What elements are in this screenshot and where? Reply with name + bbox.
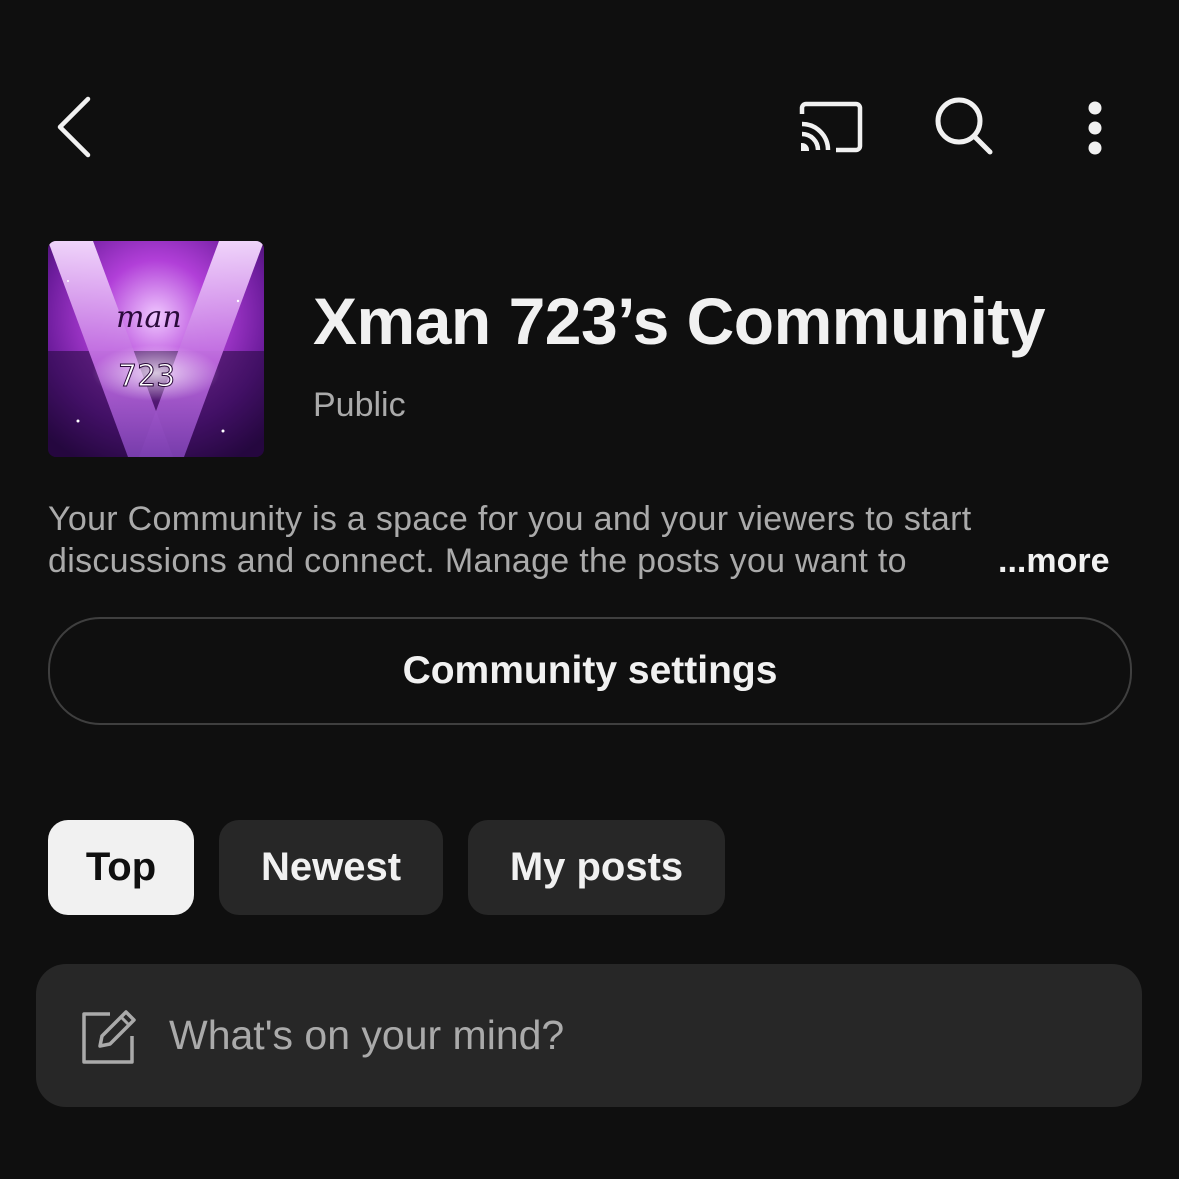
composer-placeholder: What's on your mind? bbox=[169, 1012, 565, 1058]
more-link[interactable]: ...more bbox=[998, 540, 1109, 582]
filter-chip-my-posts[interactable]: My posts bbox=[468, 820, 725, 915]
filter-chip-newest[interactable]: Newest bbox=[219, 820, 443, 915]
description-line-1: Your Community is a space for you and yo… bbox=[48, 500, 972, 538]
avatar-text-bottom: 723 bbox=[118, 359, 175, 394]
cast-button[interactable] bbox=[792, 92, 870, 162]
description-line-2: discussions and connect. Manage the post… bbox=[48, 540, 1008, 582]
chevron-left-icon bbox=[57, 96, 91, 158]
description-line-2-text: discussions and connect. Manage the post… bbox=[48, 542, 907, 580]
edit-icon bbox=[82, 1010, 136, 1064]
cast-icon bbox=[799, 101, 863, 153]
back-button[interactable] bbox=[40, 90, 110, 164]
search-icon bbox=[935, 97, 993, 155]
community-avatar: man 723 bbox=[48, 241, 264, 457]
filter-chip-top[interactable]: Top bbox=[48, 820, 194, 915]
more-vertical-icon bbox=[1088, 101, 1102, 155]
community-settings-button[interactable]: Community settings bbox=[48, 617, 1132, 725]
post-composer[interactable]: What's on your mind? bbox=[36, 964, 1142, 1107]
more-options-button[interactable] bbox=[1066, 92, 1124, 164]
community-description: Your Community is a space for you and yo… bbox=[48, 498, 1138, 582]
community-title: Xman 723’s Community bbox=[313, 284, 1046, 358]
search-button[interactable] bbox=[926, 88, 1002, 164]
avatar-text-top: man bbox=[116, 300, 182, 335]
community-visibility: Public bbox=[313, 386, 406, 424]
